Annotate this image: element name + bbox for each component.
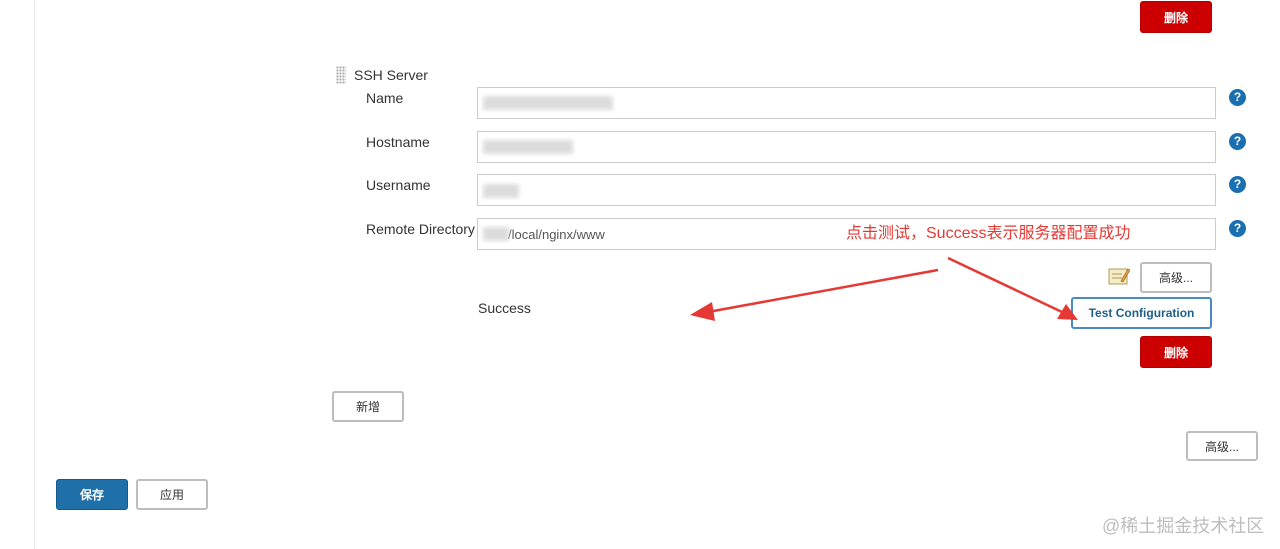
arrow-to-success [707,268,939,314]
apply-button[interactable]: 应用 [136,479,208,510]
advanced-button-outer[interactable]: 高级... [1186,431,1258,461]
save-button[interactable]: 保存 [56,479,128,510]
watermark: @稀土掘金技术社区 [1102,516,1265,536]
arrow-to-test-button [947,256,1063,314]
add-button[interactable]: 新增 [332,391,404,422]
annotation-arrows [690,256,1078,321]
arrow-head-success [690,302,715,321]
